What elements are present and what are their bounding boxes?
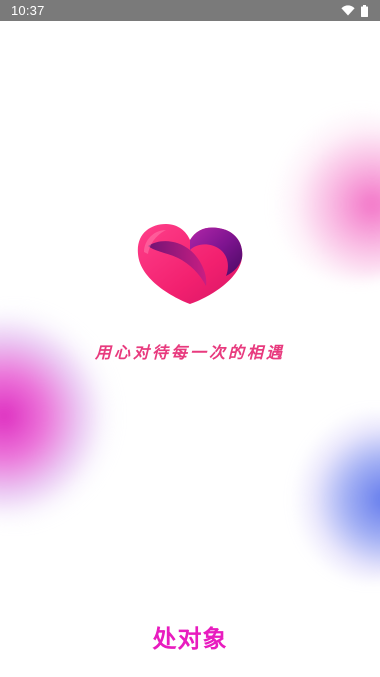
decorative-pink-blob [270, 111, 380, 281]
status-icons [341, 4, 368, 17]
app-name: 处对象 [152, 625, 228, 653]
status-bar: 10:37 [0, 0, 380, 21]
status-time: 10:37 [11, 3, 45, 18]
battery-icon [361, 4, 368, 17]
heart-logo-icon [137, 224, 243, 304]
splash-screen: 用心对待每一次的相遇 处对象 [0, 21, 380, 677]
wifi-icon [341, 5, 355, 16]
tagline: 用心对待每一次的相遇 [94, 343, 285, 362]
decorative-blue-blob [290, 411, 380, 581]
